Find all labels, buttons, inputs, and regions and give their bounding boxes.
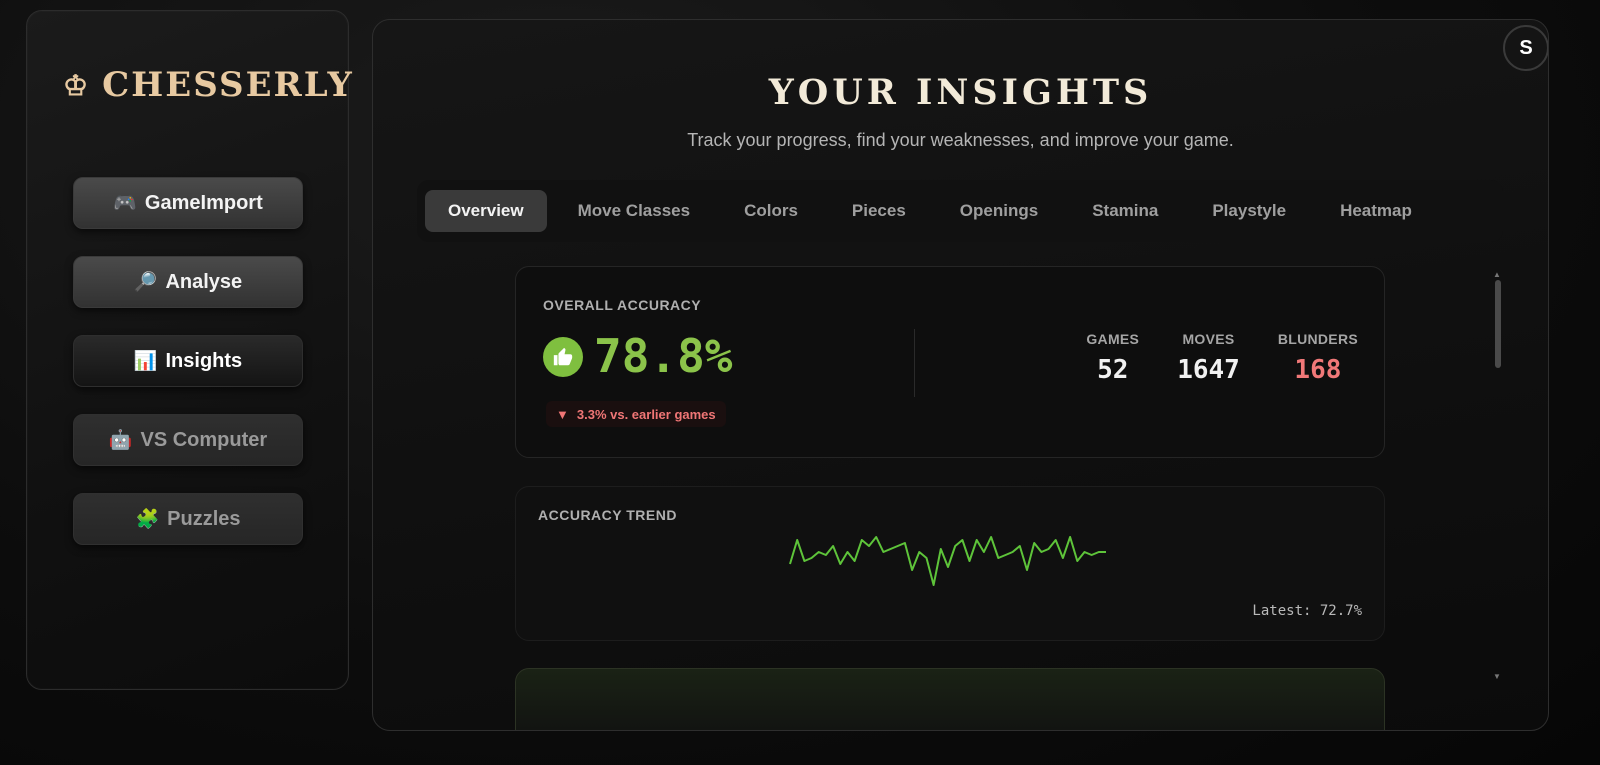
bar-chart-icon: 📊	[133, 351, 158, 372]
stat-moves: MOVES 1647	[1177, 331, 1240, 385]
overall-accuracy-value: 78.8%	[594, 329, 733, 383]
nav-puzzles-button[interactable]: 🧩 Puzzles	[73, 493, 303, 545]
next-card	[515, 668, 1385, 730]
sidebar-nav: 🎮 GameImport 🔎 Analyse 📊 Insights 🤖 VS C…	[73, 177, 303, 572]
overall-accuracy-card: OVERALL ACCURACY 78.8% ▼ 3.3% vs. earlie…	[515, 266, 1385, 458]
user-avatar[interactable]: S	[1503, 25, 1548, 71]
page-subtitle: Track your progress, find your weaknesse…	[687, 130, 1234, 150]
stat-label: GAMES	[1086, 331, 1140, 347]
latest-accuracy: Latest: 72.7%	[1252, 603, 1362, 619]
divider	[914, 329, 915, 397]
robot-icon: 🤖	[108, 430, 133, 451]
content-scrollbar[interactable]: ▲ ▼	[1491, 270, 1505, 700]
accuracy-sparkline	[789, 536, 1106, 586]
nav-label: Puzzles	[167, 507, 241, 530]
nav-label: Insights	[165, 349, 243, 372]
tab-pieces[interactable]: Pieces	[829, 190, 929, 232]
brand-logo[interactable]: ♔ CHESSERLY	[63, 65, 354, 105]
crown-icon: ♔	[63, 68, 91, 102]
sparkline-series	[789, 536, 1106, 586]
nav-vs-computer-button[interactable]: 🤖 VS Computer	[73, 414, 303, 466]
nav-gameimport-button[interactable]: 🎮 GameImport	[73, 177, 303, 229]
nav-label: Analyse	[165, 270, 243, 293]
sidebar: ♔ CHESSERLY 🎮 GameImport 🔎 Analyse 📊 Ins…	[26, 10, 352, 690]
accuracy-delta-text: 3.3% vs. earlier games	[576, 406, 716, 422]
brand-name: CHESSERLY	[102, 65, 354, 105]
stat-value: 168	[1294, 355, 1342, 385]
gamepad-icon: 🎮	[113, 193, 137, 214]
stat-label: BLUNDERS	[1277, 331, 1358, 347]
page-title: YOUR INSIGHTS	[768, 72, 1153, 113]
scroll-thumb[interactable]	[1495, 280, 1501, 368]
tab-overview[interactable]: Overview	[425, 190, 547, 232]
tab-stamina[interactable]: Stamina	[1069, 190, 1181, 232]
nav-analyse-button[interactable]: 🔎 Analyse	[73, 256, 303, 308]
down-arrow-icon: ▼	[556, 406, 569, 422]
thumbs-up-icon	[543, 337, 583, 377]
tab-playstyle[interactable]: Playstyle	[1189, 190, 1309, 232]
nav-label: VS Computer	[140, 428, 268, 451]
tab-move-classes[interactable]: Move Classes	[555, 190, 713, 232]
stats-group: GAMES 52 MOVES 1647 BLUNDERS 168	[1086, 331, 1358, 385]
accuracy-trend-card: ACCURACY TREND Latest: 72.7%	[515, 486, 1385, 641]
accuracy-trend-label: ACCURACY TREND	[538, 507, 677, 523]
overall-accuracy-label: OVERALL ACCURACY	[543, 297, 702, 313]
tab-openings[interactable]: Openings	[937, 190, 1061, 232]
puzzle-icon: 🧩	[135, 509, 160, 530]
tab-colors[interactable]: Colors	[721, 190, 821, 232]
magnifier-icon: 🔎	[133, 272, 158, 293]
nav-insights-button[interactable]: 📊 Insights	[73, 335, 303, 387]
accuracy-delta-badge: ▼ 3.3% vs. earlier games	[546, 401, 726, 427]
tab-heatmap[interactable]: Heatmap	[1317, 190, 1435, 232]
stat-blunders: BLUNDERS 168	[1278, 331, 1358, 385]
insights-tabs: Overview Move Classes Colors Pieces Open…	[417, 180, 1503, 242]
scroll-up-icon[interactable]: ▲	[1493, 270, 1501, 279]
main-panel: S YOUR INSIGHTS Track your progress, fin…	[372, 19, 1549, 731]
stat-value: 52	[1097, 355, 1129, 385]
stat-games: GAMES 52	[1086, 331, 1139, 385]
stat-label: MOVES	[1182, 331, 1235, 347]
nav-label: GameImport	[144, 191, 263, 214]
stat-value: 1647	[1177, 355, 1240, 385]
scroll-down-icon[interactable]: ▼	[1493, 672, 1501, 681]
